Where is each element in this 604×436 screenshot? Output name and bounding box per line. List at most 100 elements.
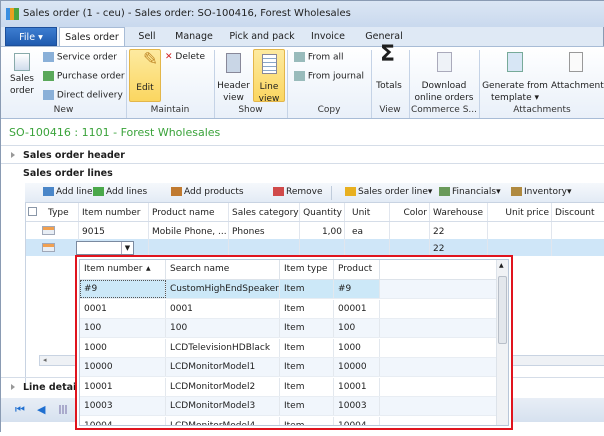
cell-item-number: 9015 bbox=[82, 227, 105, 237]
lookup-cell: 10001 bbox=[334, 377, 380, 396]
lookup-row[interactable]: 0001 0001 Item 00001 bbox=[80, 299, 496, 319]
line-view-button[interactable]: Line view bbox=[253, 49, 285, 104]
inventory-button[interactable]: Inventory▾ bbox=[511, 187, 572, 197]
column-divider bbox=[389, 203, 390, 256]
dropdown-button[interactable]: ▼ bbox=[121, 242, 133, 254]
app-icon bbox=[6, 8, 19, 20]
label: Add products bbox=[184, 187, 244, 197]
line-view-icon bbox=[262, 54, 277, 74]
lookup-header-search-name[interactable]: Search name bbox=[166, 260, 280, 279]
tab-sales-order[interactable]: Sales order bbox=[59, 27, 125, 46]
delete-icon: ✕ bbox=[165, 52, 173, 62]
group-label-copy: Copy bbox=[317, 105, 341, 115]
remove-button[interactable]: Remove bbox=[273, 187, 323, 197]
label: Add line bbox=[56, 187, 93, 197]
cell-sales-category: Phones bbox=[232, 227, 265, 237]
label: Header view bbox=[217, 81, 250, 103]
lookup-cell: #9 bbox=[80, 280, 166, 298]
lookup-cell: LCDMonitorModel1 bbox=[166, 358, 280, 376]
column-header-sales-category[interactable]: Sales category bbox=[232, 205, 299, 220]
column-header-warehouse[interactable]: Warehouse bbox=[433, 205, 483, 220]
lookup-row[interactable]: 10001 LCDMonitorModel2 Item 10001 bbox=[80, 377, 496, 397]
column-header-quantity[interactable]: Quantity bbox=[303, 205, 342, 220]
totals-button[interactable]: Σ Totals bbox=[373, 42, 405, 92]
sales-order-header-section[interactable]: Sales order header bbox=[1, 145, 604, 164]
add-lines-button[interactable]: Add lines bbox=[93, 187, 147, 197]
label: Download online orders bbox=[414, 81, 474, 103]
column-divider bbox=[429, 203, 430, 256]
lookup-row[interactable]: 10000 LCDMonitorModel1 Item 10000 bbox=[80, 358, 496, 377]
line-type-icon bbox=[42, 243, 55, 252]
lookup-row[interactable]: 10004 LCDMonitorModel4 Item 10004 bbox=[80, 416, 496, 425]
add-line-button[interactable]: Add line bbox=[43, 187, 93, 197]
column-header-item-number[interactable]: Item number bbox=[82, 205, 140, 220]
column-header-unit[interactable]: Unit bbox=[352, 205, 370, 220]
label: Remove bbox=[286, 187, 323, 197]
download-online-orders-button[interactable]: Download online orders bbox=[411, 49, 477, 104]
from-journal-button[interactable]: From journal bbox=[294, 71, 364, 82]
lookup-header-item-type[interactable]: Item type bbox=[280, 260, 334, 279]
cell-product-name: Mobile Phone, ... bbox=[152, 227, 227, 237]
header-divider bbox=[26, 221, 604, 222]
previous-record-icon[interactable]: ◀ bbox=[37, 403, 45, 416]
toolbar-icon bbox=[171, 187, 182, 196]
column-header-type[interactable]: Type bbox=[48, 205, 69, 220]
sales-order-button[interactable]: Sales order bbox=[7, 51, 37, 97]
purchase-order-button[interactable]: Purchase order bbox=[43, 71, 125, 82]
ribbon: Sales order Service order Purchase order… bbox=[1, 42, 604, 119]
header-view-button[interactable]: Header view bbox=[217, 49, 250, 104]
column-header-color[interactable]: Color bbox=[393, 205, 428, 220]
lookup-cell: 10000 bbox=[80, 358, 166, 376]
direct-delivery-button[interactable]: Direct delivery bbox=[43, 90, 123, 101]
chevron-down-icon: ▾ bbox=[567, 187, 572, 197]
toolbar-icon bbox=[93, 187, 104, 196]
template-icon bbox=[507, 52, 523, 72]
tab-invoice[interactable]: Invoice bbox=[303, 27, 353, 46]
add-products-button[interactable]: Add products bbox=[171, 187, 244, 197]
scroll-left-icon[interactable]: ◂ bbox=[43, 356, 47, 364]
tab-manage[interactable]: Manage bbox=[169, 27, 219, 46]
column-header-discount[interactable]: Discount bbox=[555, 205, 595, 220]
lookup-cell: 100 bbox=[334, 319, 380, 337]
lookup-cell: LCDMonitorModel3 bbox=[166, 397, 280, 415]
label: Line view bbox=[258, 82, 280, 104]
lookup-cell: 0001 bbox=[166, 299, 280, 318]
delete-button[interactable]: ✕ Delete bbox=[165, 52, 205, 62]
select-all-checkbox[interactable] bbox=[28, 207, 37, 216]
tab-sell[interactable]: Sell bbox=[129, 27, 165, 46]
financials-button[interactable]: Financials▾ bbox=[439, 187, 501, 197]
from-all-button[interactable]: From all bbox=[294, 52, 344, 63]
column-header-product-name[interactable]: Product name bbox=[152, 205, 215, 220]
lookup-cell: #9 bbox=[334, 280, 380, 298]
lookup-cell: Item bbox=[280, 280, 334, 298]
record-title: SO-100416 : 1101 - Forest Wholesales bbox=[9, 126, 221, 139]
lookup-cell: 100 bbox=[166, 319, 280, 337]
lookup-header-product[interactable]: Product bbox=[334, 260, 380, 279]
column-header-unit-price[interactable]: Unit price bbox=[491, 205, 549, 220]
group-label-maintain: Maintain bbox=[150, 105, 190, 115]
edit-button[interactable]: ✎ Edit bbox=[129, 49, 161, 102]
lookup-header-item-number[interactable]: Item number ▲ bbox=[80, 260, 166, 279]
first-record-icon[interactable]: ⏮ bbox=[15, 403, 25, 417]
item-number-input[interactable]: ▼ bbox=[76, 241, 134, 255]
generate-from-template-button[interactable]: Generate from template ▾ bbox=[481, 49, 549, 104]
lookup-row[interactable]: 1000 LCDTelevisionHDBlack Item 1000 bbox=[80, 338, 496, 358]
grid-view-icon[interactable] bbox=[59, 405, 68, 414]
service-order-button[interactable]: Service order bbox=[43, 52, 117, 63]
sales-order-line-button[interactable]: Sales order line▾ bbox=[345, 187, 432, 197]
lookup-cell: 10004 bbox=[334, 416, 380, 425]
sigma-icon: Σ bbox=[380, 42, 396, 67]
attachments-button[interactable]: Attachments bbox=[551, 49, 604, 92]
lookup-row[interactable]: 10003 LCDMonitorModel3 Item 10003 bbox=[80, 397, 496, 416]
lookup-row[interactable]: 100 100 Item 100 bbox=[80, 319, 496, 338]
scroll-up-icon[interactable]: ▲ bbox=[499, 262, 504, 269]
lookup-cell: 1000 bbox=[334, 338, 380, 357]
lookup-row[interactable]: #9 CustomHighEndSpeaker Item #9 bbox=[80, 280, 496, 299]
vertical-scrollbar[interactable]: ▲ bbox=[496, 260, 508, 425]
toolbar-icon bbox=[345, 187, 356, 196]
tab-file[interactable]: File ▾ bbox=[5, 27, 57, 46]
label: Item type bbox=[284, 264, 328, 274]
tab-pick-and-pack[interactable]: Pick and pack bbox=[227, 27, 297, 46]
lookup-cell: Item bbox=[280, 299, 334, 318]
scroll-thumb[interactable] bbox=[498, 276, 507, 344]
